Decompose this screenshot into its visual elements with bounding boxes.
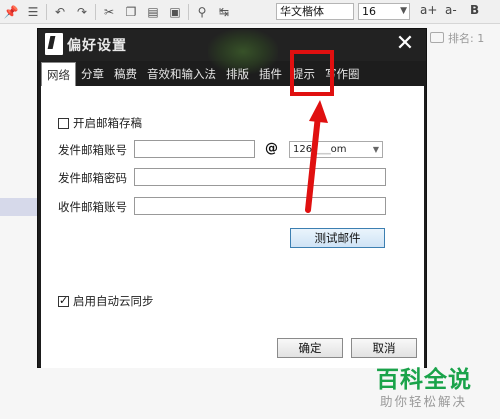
tab-sound-and-input[interactable]: 音效和输入法	[142, 62, 221, 86]
enable-mailbox-row[interactable]: 开启邮箱存稿	[58, 115, 142, 131]
enable-mailbox-label: 开启邮箱存稿	[73, 116, 142, 130]
paste-icon[interactable]: ▤	[142, 1, 164, 23]
pin-icon[interactable]: 📌	[0, 1, 22, 23]
watermark: 百科全说 助你轻松解决	[376, 360, 498, 416]
toolbar-divider	[188, 3, 189, 20]
chevron-down-icon: ▼	[372, 145, 379, 154]
cut-icon[interactable]: ✂	[98, 1, 120, 23]
bold-button[interactable]: B	[470, 3, 479, 17]
test-mail-button[interactable]: 测试邮件	[290, 228, 385, 248]
toolbar-divider	[46, 3, 47, 20]
tab-plugins[interactable]: 插件	[254, 62, 287, 86]
font-family-select[interactable]: 华文楷体	[276, 3, 354, 20]
toolbar-divider	[95, 3, 96, 20]
redo-icon[interactable]: ↷	[71, 1, 93, 23]
sender-account-input[interactable]	[134, 140, 255, 158]
font-size-value: 16	[362, 5, 376, 18]
rank-label: 排名: 1	[448, 32, 485, 45]
tab-chapters[interactable]: 分章	[76, 62, 109, 86]
select-all-icon[interactable]: ▣	[164, 1, 186, 23]
watermark-subtitle: 助你轻松解决	[380, 394, 468, 409]
tab-royalties[interactable]: 稿费	[109, 62, 142, 86]
search-icon[interactable]: ⚲	[191, 1, 213, 23]
selected-chapter-highlight[interactable]	[0, 198, 38, 216]
mail-domain-select[interactable]: 126.▁▁om ▼	[289, 141, 383, 158]
replace-icon[interactable]: ↹	[213, 1, 235, 23]
annotation-highlight-box	[290, 50, 334, 96]
auto-cloud-sync-label: 启用自动云同步	[73, 294, 154, 308]
rank-indicator: 排名: 1	[430, 30, 484, 46]
tab-layout[interactable]: 排版	[221, 62, 254, 86]
font-size-select[interactable]: 16 ▼	[358, 3, 410, 20]
dialog-titlebar[interactable]: 偏好设置 ✕	[38, 29, 426, 74]
sender-password-label: 发件邮箱密码	[58, 171, 127, 185]
undo-icon[interactable]: ↶	[49, 1, 71, 23]
mail-domain-value: 126.	[293, 144, 316, 155]
receiver-account-input[interactable]	[134, 197, 386, 215]
receiver-account-label: 收件邮箱账号	[58, 200, 127, 214]
tab-network[interactable]: 网络	[41, 62, 76, 86]
format-icon[interactable]: ☰	[22, 1, 44, 23]
dialog-title: 偏好设置	[67, 38, 127, 54]
chevron-down-icon: ▼	[400, 6, 407, 16]
cancel-button[interactable]: 取消	[351, 338, 417, 358]
copy-icon[interactable]: ❐	[120, 1, 142, 23]
auto-cloud-sync-row[interactable]: 启用自动云同步	[58, 293, 154, 309]
ok-button[interactable]: 确定	[277, 338, 343, 358]
app-logo-icon	[45, 33, 63, 55]
preferences-dialog: 偏好设置 ✕ 网络 分章 稿费 音效和输入法 排版 插件 提示 写作圈 开启邮箱…	[37, 28, 427, 368]
close-icon[interactable]: ✕	[394, 32, 416, 56]
enable-mailbox-checkbox[interactable]	[58, 117, 69, 129]
network-settings-panel: 开启邮箱存稿 发件邮箱账号 @ 126.▁▁om ▼ 发件邮箱密码 收件邮箱账号…	[41, 86, 424, 368]
comment-icon	[430, 32, 444, 43]
auto-cloud-sync-checkbox[interactable]	[58, 294, 69, 307]
at-sign: @	[265, 141, 278, 156]
sender-account-label: 发件邮箱账号	[58, 143, 127, 157]
font-shrink-button[interactable]: a-	[445, 3, 457, 17]
sender-password-input[interactable]	[134, 168, 386, 186]
watermark-title: 百科全说	[376, 367, 472, 393]
font-grow-button[interactable]: a+	[420, 3, 437, 17]
mail-domain-value-tail: om	[330, 144, 347, 155]
